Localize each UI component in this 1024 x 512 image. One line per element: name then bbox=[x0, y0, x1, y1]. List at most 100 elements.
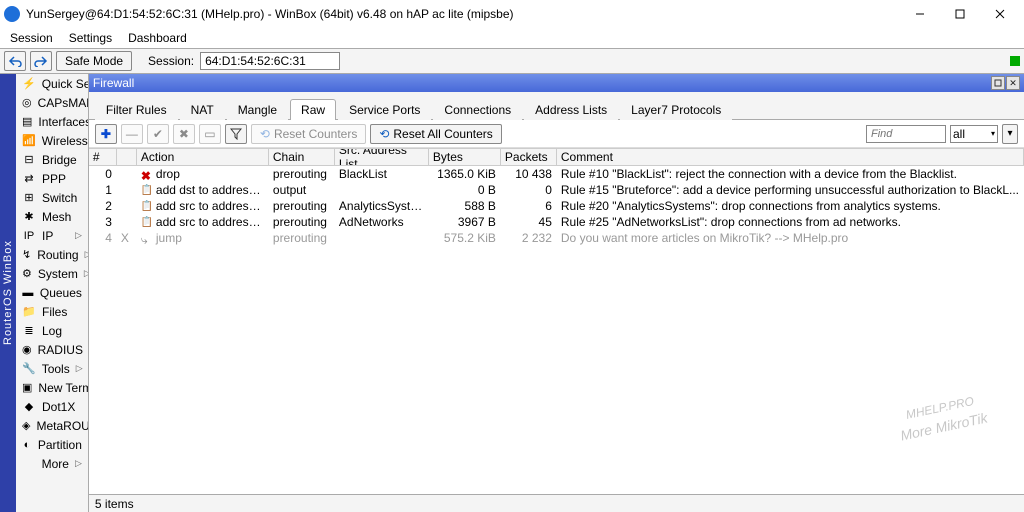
tab-layer7-protocols[interactable]: Layer7 Protocols bbox=[620, 99, 732, 120]
table-row[interactable]: 4X⤷jumpprerouting575.2 KiB2 232Do you wa… bbox=[89, 230, 1024, 246]
address-list-icon: 📋 bbox=[141, 201, 153, 213]
sidebar-item-quick-set[interactable]: ⚡Quick Set bbox=[16, 74, 88, 93]
find-input[interactable] bbox=[866, 125, 946, 143]
close-button[interactable] bbox=[980, 1, 1020, 27]
tab-filter-rules[interactable]: Filter Rules bbox=[95, 99, 178, 120]
tab-mangle[interactable]: Mangle bbox=[227, 99, 288, 120]
session-input[interactable] bbox=[200, 52, 340, 70]
toolbar: Safe Mode Session: bbox=[0, 48, 1024, 74]
sidebar-icon: ⊞ bbox=[22, 191, 36, 205]
titlebar: YunSergey@64:D1:54:52:6C:31 (MHelp.pro) … bbox=[0, 0, 1024, 28]
filter-select[interactable]: all▾ bbox=[950, 125, 998, 143]
sidebar-item-partition[interactable]: ◐Partition bbox=[16, 435, 88, 454]
address-list-icon: 📋 bbox=[141, 185, 153, 197]
sidebar-icon: ≣ bbox=[22, 324, 36, 338]
menu-dashboard[interactable]: Dashboard bbox=[128, 31, 187, 45]
sidebar-item-log[interactable]: ≣Log bbox=[16, 321, 88, 340]
tab-nat[interactable]: NAT bbox=[180, 99, 225, 120]
tabs: Filter RulesNATMangleRawService PortsCon… bbox=[89, 92, 1024, 120]
sidebar: ⚡Quick Set◎CAPsMAN▤Interfaces📶Wireless⊟B… bbox=[16, 74, 89, 512]
sidebar-icon: 📶 bbox=[22, 134, 36, 148]
enable-button[interactable]: ✔ bbox=[147, 124, 169, 144]
sidebar-item-more[interactable]: More▷ bbox=[16, 454, 88, 473]
sidebar-icon: IP bbox=[22, 229, 36, 243]
panel-minimize-icon[interactable] bbox=[991, 76, 1005, 90]
sidebar-icon: ◆ bbox=[22, 400, 36, 414]
sidebar-item-capsman[interactable]: ◎CAPsMAN bbox=[16, 93, 88, 112]
sidebar-item-system[interactable]: ⚙System▷ bbox=[16, 264, 88, 283]
sidebar-item-ip[interactable]: IPIP▷ bbox=[16, 226, 88, 245]
sidebar-item-radius[interactable]: ◉RADIUS bbox=[16, 340, 88, 359]
chevron-right-icon: ▷ bbox=[76, 363, 83, 374]
column-header[interactable]: # bbox=[89, 149, 117, 165]
sidebar-item-switch[interactable]: ⊞Switch bbox=[16, 188, 88, 207]
sidebar-item-mesh[interactable]: ✱Mesh bbox=[16, 207, 88, 226]
sidebar-item-interfaces[interactable]: ▤Interfaces bbox=[16, 112, 88, 131]
remove-button[interactable]: — bbox=[121, 124, 143, 144]
sidebar-item-tools[interactable]: 🔧Tools▷ bbox=[16, 359, 88, 378]
connection-status-icon bbox=[1010, 56, 1020, 66]
sidebar-item-ppp[interactable]: ⇄PPP bbox=[16, 169, 88, 188]
sidebar-icon bbox=[22, 457, 36, 471]
sidebar-icon: ▣ bbox=[22, 381, 32, 395]
drop-icon: ✖ bbox=[141, 169, 153, 181]
chevron-right-icon: ▷ bbox=[75, 230, 82, 241]
redo-button[interactable] bbox=[30, 51, 52, 71]
sidebar-item-queues[interactable]: ▬Queues bbox=[16, 283, 88, 302]
sidebar-icon: ◉ bbox=[22, 343, 32, 357]
column-header[interactable] bbox=[117, 149, 137, 165]
column-header[interactable]: Action bbox=[137, 149, 269, 165]
menubar: Session Settings Dashboard bbox=[0, 28, 1024, 48]
table-row[interactable]: 1📋add dst to address listoutput0 B0Rule … bbox=[89, 182, 1024, 198]
reset-counters-button[interactable]: ⟲Reset Counters bbox=[251, 124, 366, 144]
watermark: MHELP.PRO More MikroTik bbox=[890, 367, 989, 442]
rules-grid: # ActionChainSrc. Address ListBytesPacket… bbox=[89, 148, 1024, 494]
maximize-button[interactable] bbox=[940, 1, 980, 27]
sidebar-icon: ✱ bbox=[22, 210, 36, 224]
disable-button[interactable]: ✖ bbox=[173, 124, 195, 144]
table-row[interactable]: 2📋add src to address listpreroutingAnaly… bbox=[89, 198, 1024, 214]
filter-icon[interactable] bbox=[225, 124, 247, 144]
sidebar-item-dot1x[interactable]: ◆Dot1X bbox=[16, 397, 88, 416]
sidebar-item-wireless[interactable]: 📶Wireless bbox=[16, 131, 88, 150]
tab-service-ports[interactable]: Service Ports bbox=[338, 99, 431, 120]
panel-close-icon[interactable]: ✕ bbox=[1006, 76, 1020, 90]
menu-session[interactable]: Session bbox=[10, 31, 53, 45]
reset-all-counters-button[interactable]: ⟲Reset All Counters bbox=[370, 124, 501, 144]
sidebar-icon: ⚡ bbox=[22, 77, 36, 91]
tab-raw[interactable]: Raw bbox=[290, 99, 336, 120]
add-button[interactable]: ✚ bbox=[95, 124, 117, 144]
sidebar-icon: ⚙ bbox=[22, 267, 32, 281]
column-header[interactable]: Packets bbox=[501, 149, 557, 165]
comment-button[interactable]: ▭ bbox=[199, 124, 221, 144]
sidebar-icon: ◐ bbox=[22, 438, 32, 452]
tab-address-lists[interactable]: Address Lists bbox=[524, 99, 618, 120]
sidebar-item-new-terminal[interactable]: ▣New Terminal bbox=[16, 378, 88, 397]
table-row[interactable]: 0✖droppreroutingBlackList1365.0 KiB10 43… bbox=[89, 166, 1024, 182]
columns-button[interactable]: ▾ bbox=[1002, 124, 1018, 144]
sidebar-icon: ↯ bbox=[22, 248, 31, 262]
sidebar-icon: ◎ bbox=[22, 96, 32, 110]
panel-title: Firewall ✕ bbox=[89, 74, 1024, 92]
rules-toolbar: ✚ — ✔ ✖ ▭ ⟲Reset Counters ⟲Reset All Cou… bbox=[89, 120, 1024, 148]
sidebar-item-routing[interactable]: ↯Routing▷ bbox=[16, 245, 88, 264]
tab-connections[interactable]: Connections bbox=[433, 99, 522, 120]
column-header[interactable]: Chain bbox=[269, 149, 335, 165]
session-label: Session: bbox=[148, 54, 194, 68]
chevron-right-icon: ▷ bbox=[75, 458, 82, 469]
column-header[interactable]: Src. Address List bbox=[335, 149, 429, 165]
sidebar-item-bridge[interactable]: ⊟Bridge bbox=[16, 150, 88, 169]
minimize-button[interactable] bbox=[900, 1, 940, 27]
column-header[interactable]: Comment bbox=[557, 149, 1024, 165]
address-list-icon: 📋 bbox=[141, 217, 153, 229]
table-row[interactable]: 3📋add src to address listpreroutingAdNet… bbox=[89, 214, 1024, 230]
sidebar-icon: ▬ bbox=[22, 286, 34, 300]
undo-button[interactable] bbox=[4, 51, 26, 71]
menu-settings[interactable]: Settings bbox=[69, 31, 112, 45]
safe-mode-button[interactable]: Safe Mode bbox=[56, 51, 132, 71]
sidebar-icon: ⊟ bbox=[22, 153, 36, 167]
status-bar: 5 items bbox=[89, 494, 1024, 512]
sidebar-item-files[interactable]: 📁Files bbox=[16, 302, 88, 321]
sidebar-item-metarouter[interactable]: ◈MetaROUTER bbox=[16, 416, 88, 435]
column-header[interactable]: Bytes bbox=[429, 149, 501, 165]
